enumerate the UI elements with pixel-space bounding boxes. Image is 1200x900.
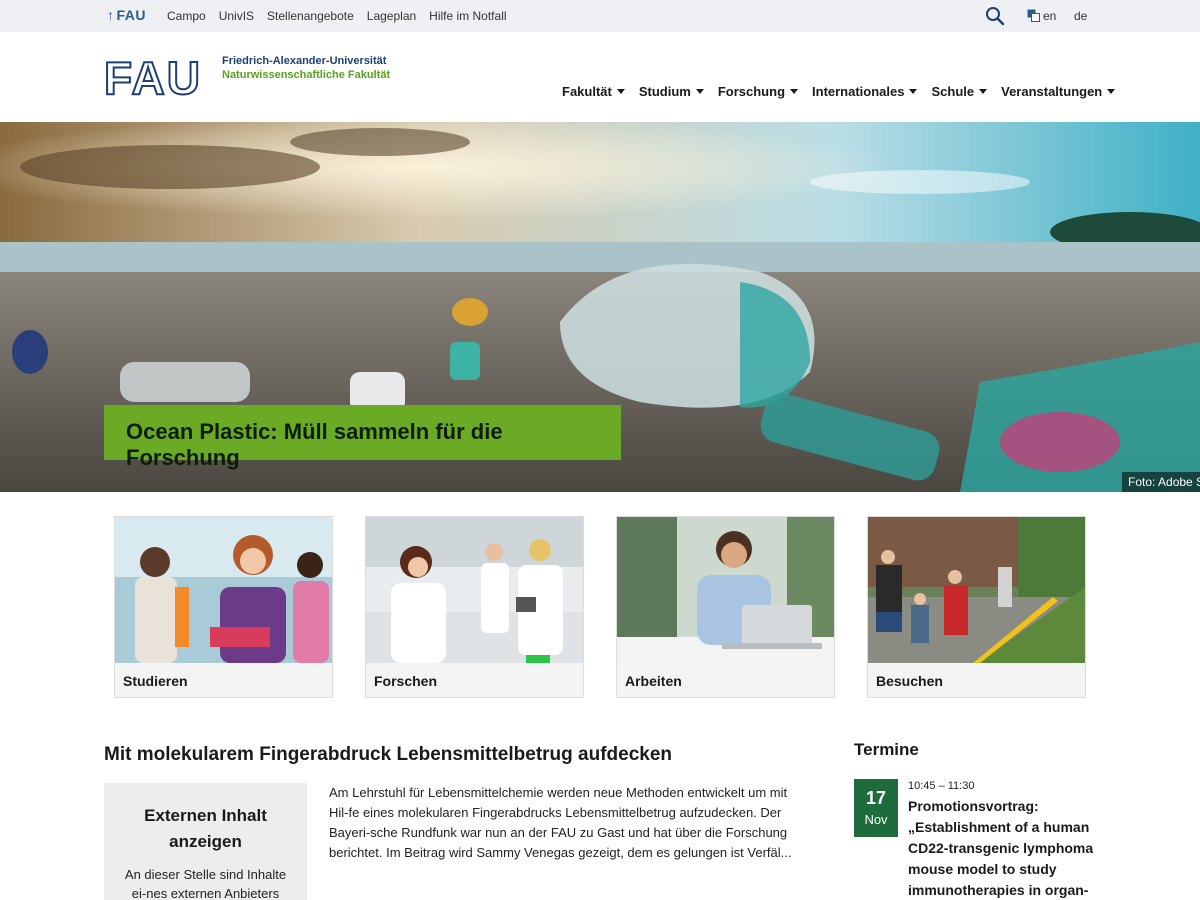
card-image-besuchen	[868, 517, 1085, 663]
article-teaser-text: Am Lehrstuhl für Lebensmittelchemie werd…	[329, 785, 792, 860]
nav-label: Internationales	[812, 84, 905, 99]
link-hilfe-im-notfall[interactable]: Hilfe im Notfall	[429, 9, 506, 23]
nav-veranstaltungen[interactable]: Veranstaltungen	[1001, 84, 1116, 99]
nav-label: Schule	[931, 84, 975, 99]
card-image-forschen	[366, 517, 583, 663]
nav-label: Veranstaltungen	[1001, 84, 1103, 99]
site-header: FAU Friedrich-Alexander-Universität Natu…	[0, 32, 1200, 122]
language-en[interactable]: en	[1043, 9, 1056, 23]
card-studieren[interactable]: Studieren	[114, 516, 333, 698]
card-label: Studieren	[123, 673, 188, 689]
search-icon[interactable]	[985, 6, 1005, 26]
external-content-button[interactable]: Externen Inhalt anzeigen	[104, 803, 307, 855]
nav-schule[interactable]: Schule	[931, 84, 988, 99]
fau-logo[interactable]: FAU	[104, 56, 212, 98]
card-image-arbeiten	[617, 517, 834, 663]
event-title-link[interactable]: Promotionsvortrag: „Establishment of a h…	[908, 796, 1098, 900]
caret-down-icon	[1107, 89, 1116, 94]
event-date-badge[interactable]: 17 Nov	[854, 779, 898, 837]
fau-home-link[interactable]: ↑ FAU	[107, 7, 146, 23]
nav-internationales[interactable]: Internationales	[812, 84, 918, 99]
external-content-placeholder: Externen Inhalt anzeigen An dieser Stell…	[104, 783, 307, 900]
language-icon	[1027, 9, 1040, 22]
link-univis[interactable]: UnivIS	[219, 9, 254, 23]
card-label: Arbeiten	[625, 673, 682, 689]
teaser-cards: Studieren Forschen Arbeiten Besuchen	[114, 516, 1086, 698]
link-campo[interactable]: Campo	[167, 9, 206, 23]
nav-label: Studium	[638, 84, 691, 99]
fau-brand-label: FAU	[116, 7, 146, 23]
card-besuchen[interactable]: Besuchen	[867, 516, 1086, 698]
faculty-wordmark[interactable]: Friedrich-Alexander-Universität Naturwis…	[222, 54, 390, 82]
nav-label: Fakultät	[562, 84, 612, 99]
event-day: 17	[865, 788, 887, 808]
card-image-studieren	[115, 517, 332, 663]
card-arbeiten[interactable]: Arbeiten	[616, 516, 835, 698]
article-title[interactable]: Mit molekularem Fingerabdruck Lebensmitt…	[104, 744, 672, 766]
hero-banner[interactable]: Ocean Plastic: Müll sammeln für die Fors…	[0, 122, 1200, 492]
nav-fakultaet[interactable]: Fakultät	[562, 84, 625, 99]
main-navigation: Fakultät Studium Forschung International…	[562, 84, 1116, 99]
caret-down-icon	[979, 89, 988, 94]
card-forschen[interactable]: Forschen	[365, 516, 584, 698]
caret-down-icon	[695, 89, 704, 94]
termine-heading: Termine	[854, 740, 919, 759]
event-month: Nov	[864, 812, 888, 827]
caret-down-icon	[909, 89, 918, 94]
caret-down-icon	[790, 89, 799, 94]
university-name: Friedrich-Alexander-Universität	[222, 55, 387, 67]
top-bar: ↑ FAU Campo UnivIS Stellenangebote Lagepl…	[0, 0, 1200, 32]
event-time: 10:45 – 11:30	[908, 780, 975, 792]
faculty-name: Naturwissenschaftliche Fakultät	[222, 69, 391, 81]
nav-studium[interactable]: Studium	[639, 84, 704, 99]
nav-forschung[interactable]: Forschung	[717, 84, 799, 99]
photo-credit: Foto: Adobe S	[1122, 472, 1200, 492]
hero-caption[interactable]: Ocean Plastic: Müll sammeln für die Fors…	[104, 405, 621, 470]
external-content-notice: An dieser Stelle sind Inhalte ei-nes ext…	[124, 867, 287, 900]
arrow-up-icon: ↑	[107, 7, 115, 23]
link-stellenangebote[interactable]: Stellenangebote	[267, 9, 354, 23]
service-links: Campo UnivIS Stellenangebote Lageplan Hi…	[167, 9, 507, 23]
nav-label: Forschung	[717, 84, 786, 99]
link-lageplan[interactable]: Lageplan	[367, 9, 416, 23]
card-label: Forschen	[374, 673, 438, 689]
logo-lettering: FAU	[104, 56, 202, 98]
caret-down-icon	[616, 89, 625, 94]
language-de[interactable]: de	[1074, 9, 1087, 23]
card-label: Besuchen	[876, 673, 943, 689]
